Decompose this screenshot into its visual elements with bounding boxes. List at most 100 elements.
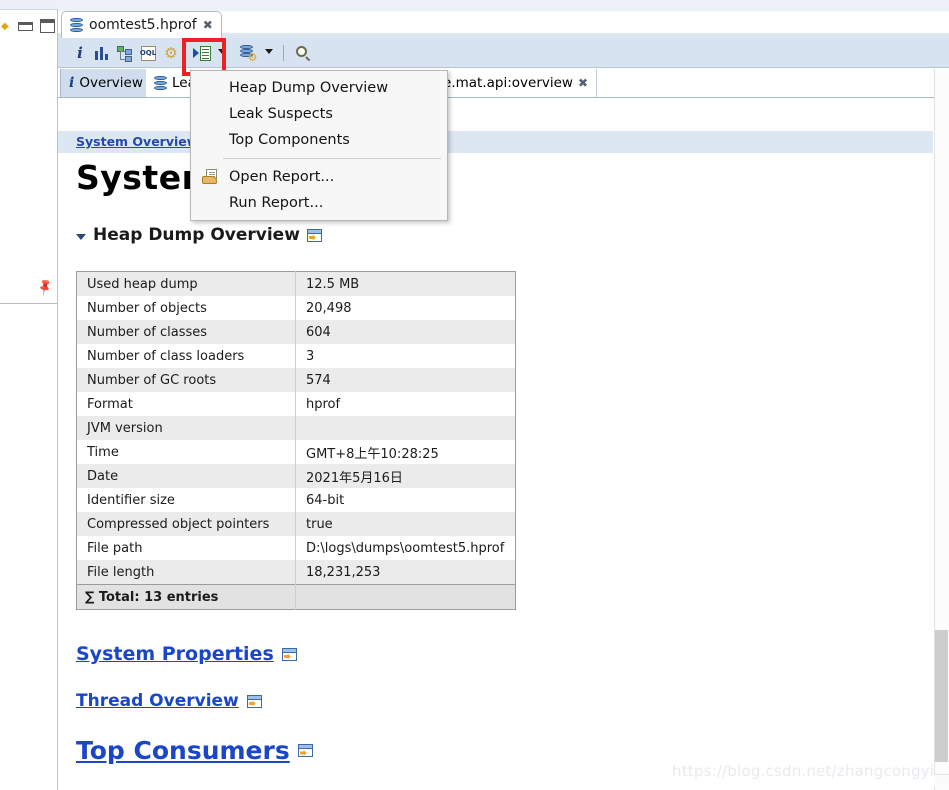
row-key: Number of class loaders bbox=[77, 344, 296, 368]
menu-item-top-components[interactable]: Top Components bbox=[191, 127, 447, 153]
editor-tab-label: oomtest5.hprof bbox=[89, 17, 197, 33]
table-row[interactable]: File pathD:\logs\dumps\oomtest5.hprof bbox=[77, 536, 516, 560]
table-row[interactable]: Used heap dump12.5 MB bbox=[77, 272, 516, 297]
heap-dump-icon bbox=[70, 18, 83, 33]
menu-item-label: Run Report... bbox=[229, 195, 323, 211]
toolbar-inspector-button[interactable]: i bbox=[69, 42, 91, 64]
report-dropdown-menu: Heap Dump Overview Leak Suspects Top Com… bbox=[190, 70, 448, 221]
table-total-value bbox=[296, 585, 516, 610]
menu-item-heap-dump-overview[interactable]: Heap Dump Overview bbox=[191, 75, 447, 101]
row-key: Number of GC roots bbox=[77, 368, 296, 392]
link-label: System Properties bbox=[76, 643, 274, 665]
gear-icon: ⚙ bbox=[164, 46, 179, 61]
horizontal-scrollbar[interactable] bbox=[934, 774, 949, 786]
link-top-consumers[interactable]: Top Consumers bbox=[76, 736, 313, 765]
rail-top-strip bbox=[0, 0, 58, 10]
menu-item-leak-suspects[interactable]: Leak Suspects bbox=[191, 101, 447, 127]
row-key: Identifier size bbox=[77, 488, 296, 512]
row-value: 3 bbox=[296, 344, 516, 368]
table-total-label: ∑ Total: 13 entries bbox=[77, 585, 296, 610]
toolbar-separator bbox=[283, 45, 284, 61]
link-thread-overview[interactable]: Thread Overview bbox=[76, 691, 262, 711]
row-key: JVM version bbox=[77, 416, 296, 440]
toolbar-find-button[interactable] bbox=[292, 42, 314, 64]
rail-divider bbox=[0, 303, 58, 304]
menu-item-label: Leak Suspects bbox=[229, 106, 333, 122]
row-value: 12.5 MB bbox=[296, 272, 516, 297]
table-row[interactable]: Identifier size64-bit bbox=[77, 488, 516, 512]
editor-tab-oomtest5[interactable]: oomtest5.hprof ✖ bbox=[61, 11, 222, 38]
table-row[interactable]: Number of objects20,498 bbox=[77, 296, 516, 320]
menu-separator bbox=[223, 158, 441, 159]
row-key: Compressed object pointers bbox=[77, 512, 296, 536]
export-icon[interactable] bbox=[247, 695, 262, 708]
table-row[interactable]: Date2021年5月16日 bbox=[77, 464, 516, 488]
menu-item-label: Heap Dump Overview bbox=[229, 80, 388, 96]
link-label: Thread Overview bbox=[76, 691, 239, 711]
info-i-icon: i bbox=[77, 44, 83, 62]
table-total-row: ∑ Total: 13 entries bbox=[77, 585, 516, 610]
menu-item-label: Open Report... bbox=[229, 169, 334, 185]
menu-item-open-report[interactable]: Open Report... bbox=[191, 164, 447, 190]
close-icon[interactable]: ✖ bbox=[578, 77, 588, 89]
maximize-window-icon[interactable] bbox=[40, 19, 55, 33]
row-key: File path bbox=[77, 536, 296, 560]
row-value: true bbox=[296, 512, 516, 536]
breadcrumb-link-system-overview[interactable]: System Overview bbox=[76, 134, 198, 149]
row-key: Date bbox=[77, 464, 296, 488]
table-row[interactable]: JVM version bbox=[77, 416, 516, 440]
link-label: Top Consumers bbox=[76, 736, 290, 765]
row-key: Time bbox=[77, 440, 296, 464]
row-key: Number of objects bbox=[77, 296, 296, 320]
toolbar-oql-button[interactable]: OQL bbox=[137, 42, 159, 64]
table-row[interactable]: TimeGMT+8上午10:28:25 bbox=[77, 440, 516, 464]
row-key: File length bbox=[77, 560, 296, 585]
chevron-down-icon[interactable] bbox=[76, 234, 86, 240]
tab-overview[interactable]: i Overview bbox=[60, 69, 152, 97]
row-key: Number of classes bbox=[77, 320, 296, 344]
row-value: 20,498 bbox=[296, 296, 516, 320]
row-value: 604 bbox=[296, 320, 516, 344]
menu-item-label: Top Components bbox=[229, 132, 350, 148]
right-arrow-icon[interactable]: ◆ bbox=[1, 22, 10, 31]
export-icon[interactable] bbox=[298, 744, 313, 757]
row-value: 18,231,253 bbox=[296, 560, 516, 585]
export-icon[interactable] bbox=[282, 648, 297, 661]
vertical-scrollbar-thumb[interactable] bbox=[935, 630, 948, 762]
toolbar-histogram-button[interactable] bbox=[91, 42, 113, 64]
table-row[interactable]: Formathprof bbox=[77, 392, 516, 416]
info-i-icon: i bbox=[69, 75, 74, 91]
row-value: 2021年5月16日 bbox=[296, 464, 516, 488]
row-value: hprof bbox=[296, 392, 516, 416]
row-value: GMT+8上午10:28:25 bbox=[296, 440, 516, 464]
pin-icon[interactable]: 📌 bbox=[36, 280, 53, 297]
section-heading-label: Heap Dump Overview bbox=[93, 225, 300, 245]
table-row[interactable]: File length18,231,253 bbox=[77, 560, 516, 585]
tab-overview-label: Overview bbox=[79, 75, 143, 91]
chevron-down-icon-query[interactable] bbox=[265, 49, 273, 54]
row-value: D:\logs\dumps\oomtest5.hprof bbox=[296, 536, 516, 560]
export-icon[interactable] bbox=[307, 229, 322, 242]
menu-item-run-report[interactable]: Run Report... bbox=[191, 190, 447, 216]
row-value: 574 bbox=[296, 368, 516, 392]
table-row[interactable]: Number of class loaders3 bbox=[77, 344, 516, 368]
database-gear-icon: ⚙ bbox=[240, 45, 257, 61]
open-report-icon bbox=[202, 169, 219, 184]
toolbar-query-browser-button[interactable]: ⚙ bbox=[237, 42, 259, 64]
table-row[interactable]: Number of classes604 bbox=[77, 320, 516, 344]
table-row[interactable]: Compressed object pointerstrue bbox=[77, 512, 516, 536]
section-heading-heap-dump-overview[interactable]: Heap Dump Overview bbox=[76, 225, 322, 245]
link-system-properties[interactable]: System Properties bbox=[76, 643, 297, 665]
dominator-tree-icon bbox=[117, 46, 133, 61]
restore-window-icon[interactable] bbox=[18, 22, 33, 31]
toolbar-thread-overview-button[interactable]: ⚙ bbox=[160, 42, 182, 64]
oql-icon: OQL bbox=[141, 46, 156, 61]
toolbar-dominator-tree-button[interactable] bbox=[114, 42, 136, 64]
close-icon[interactable]: ✖ bbox=[203, 19, 213, 31]
heap-dump-icon bbox=[154, 76, 167, 91]
heap-dump-overview-table: Used heap dump12.5 MB Number of objects2… bbox=[76, 271, 516, 610]
histogram-bars-icon bbox=[95, 47, 109, 60]
table-row[interactable]: Number of GC roots574 bbox=[77, 368, 516, 392]
overview-content: System Overview Heap Dump Overview Used … bbox=[58, 153, 933, 790]
row-value bbox=[296, 416, 516, 440]
